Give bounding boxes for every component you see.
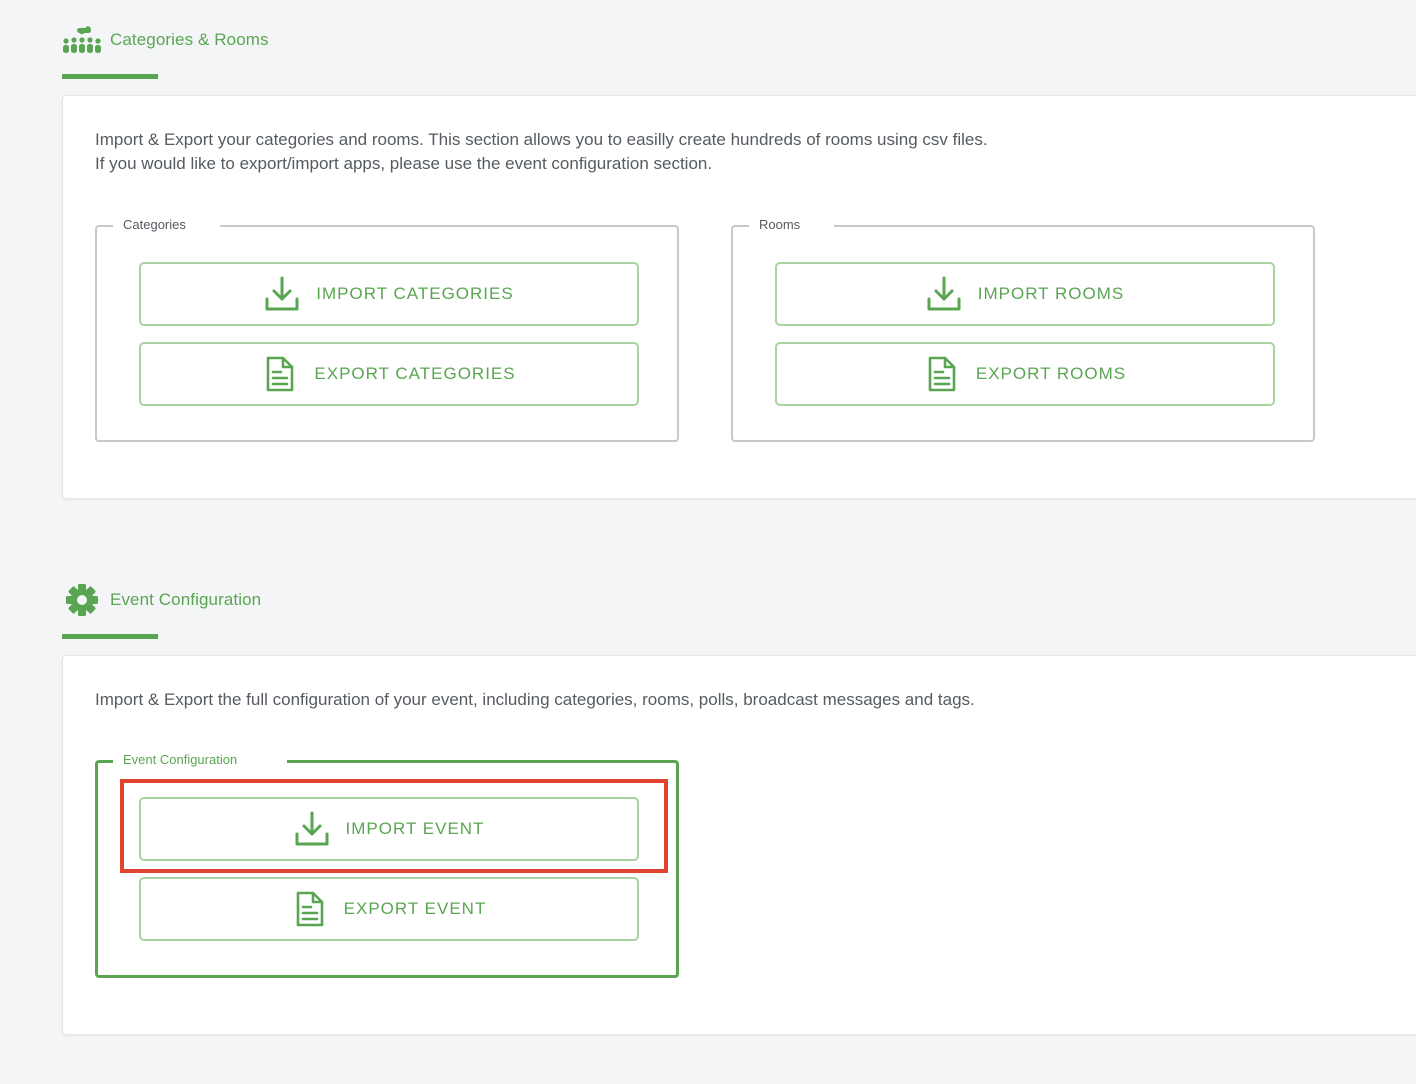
document-icon <box>924 355 960 393</box>
document-icon <box>292 890 328 928</box>
event-configuration-group: Event Configuration IMPORT EVENT EXPORT … <box>95 752 679 978</box>
categories-legend: Categories <box>113 217 220 233</box>
categories-rooms-card: Import & Export your categories and room… <box>62 95 1416 499</box>
people-group-icon <box>62 20 102 60</box>
export-categories-button[interactable]: EXPORT CATEGORIES <box>139 342 639 406</box>
button-label: IMPORT CATEGORIES <box>316 284 514 303</box>
section-header-event-configuration: Event Configuration <box>62 580 261 620</box>
button-label: EXPORT ROOMS <box>975 364 1127 383</box>
description-line-2: If you would like to export/import apps,… <box>95 154 713 173</box>
event-configuration-legend: Event Configuration <box>113 752 288 768</box>
gear-icon <box>62 580 102 620</box>
button-label: IMPORT EVENT <box>345 819 485 838</box>
section-description: Import & Export your categories and room… <box>95 128 988 176</box>
event-configuration-card: Import & Export the full configuration o… <box>62 655 1416 1035</box>
settings-page: Categories & Rooms Import & Export your … <box>0 0 1416 1084</box>
button-label: EXPORT CATEGORIES <box>314 364 516 383</box>
description-line-1: Import & Export the full configuration o… <box>95 690 975 709</box>
categories-group: Categories IMPORT CATEGORIES EXPORT CATE… <box>95 217 679 442</box>
download-icon <box>264 275 300 313</box>
section-header-categories-rooms: Categories & Rooms <box>62 20 269 60</box>
description-line-1: Import & Export your categories and room… <box>95 130 988 149</box>
import-event-button[interactable]: IMPORT EVENT <box>139 797 639 861</box>
button-label: EXPORT EVENT <box>343 899 487 918</box>
section-title: Event Configuration <box>110 590 262 609</box>
export-rooms-button[interactable]: EXPORT ROOMS <box>775 342 1275 406</box>
section-underline <box>62 634 158 639</box>
import-rooms-button[interactable]: IMPORT ROOMS <box>775 262 1275 326</box>
download-icon <box>294 810 330 848</box>
import-categories-button[interactable]: IMPORT CATEGORIES <box>139 262 639 326</box>
export-event-button[interactable]: EXPORT EVENT <box>139 877 639 941</box>
section-underline <box>62 74 158 79</box>
section-title: Categories & Rooms <box>110 30 269 49</box>
rooms-group: Rooms IMPORT ROOMS EXPORT ROOMS <box>731 217 1315 442</box>
rooms-legend: Rooms <box>749 217 835 233</box>
button-label: IMPORT ROOMS <box>977 284 1125 303</box>
section-description: Import & Export the full configuration o… <box>95 688 975 712</box>
document-icon <box>262 355 298 393</box>
download-icon <box>926 275 962 313</box>
